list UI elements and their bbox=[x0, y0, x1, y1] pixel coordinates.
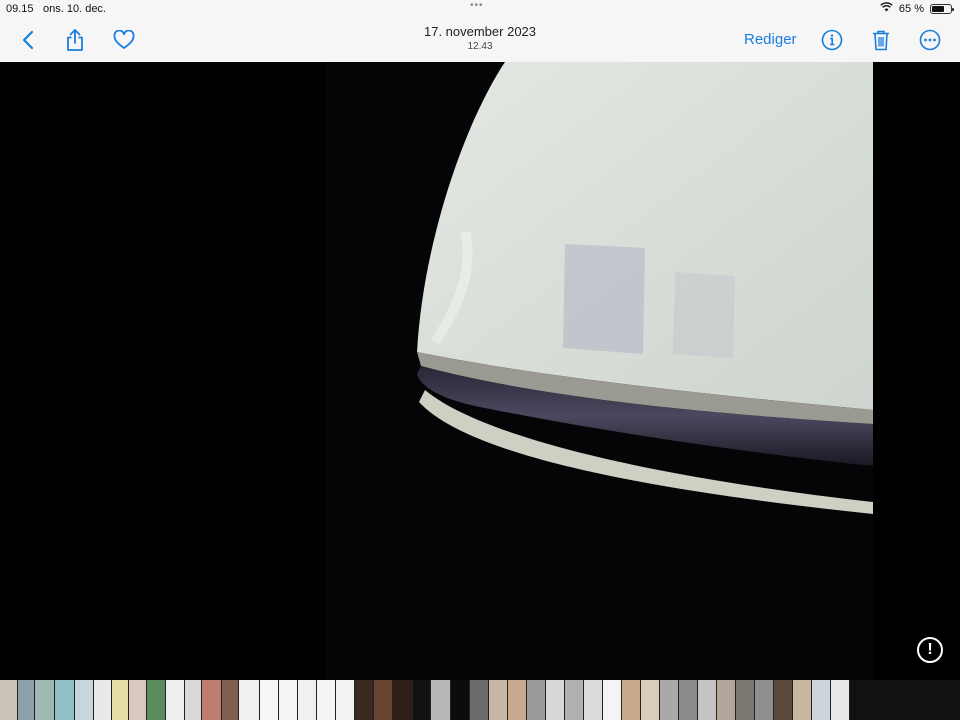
filmstrip-thumbnail[interactable] bbox=[298, 680, 317, 720]
filmstrip-thumbnail[interactable] bbox=[546, 680, 565, 720]
filmstrip-thumbnail[interactable] bbox=[812, 680, 831, 720]
share-button[interactable] bbox=[61, 26, 89, 54]
share-icon bbox=[67, 29, 83, 51]
filmstrip-thumbnail[interactable] bbox=[413, 680, 431, 720]
filmstrip-thumbnail[interactable] bbox=[279, 680, 298, 720]
filmstrip-thumbnail[interactable] bbox=[660, 680, 679, 720]
filmstrip-thumbnail[interactable] bbox=[112, 680, 129, 720]
heart-icon bbox=[113, 30, 135, 49]
battery-fill bbox=[932, 5, 944, 12]
photo-toolbar: 17. november 2023 12.43 Rediger bbox=[0, 18, 960, 63]
more-button[interactable] bbox=[916, 26, 944, 54]
filmstrip-thumbnail[interactable] bbox=[239, 680, 260, 720]
filmstrip-thumbnail[interactable] bbox=[793, 680, 812, 720]
photo-image bbox=[325, 62, 873, 680]
info-button[interactable] bbox=[818, 26, 846, 54]
filmstrip-thumbnail[interactable] bbox=[393, 680, 413, 720]
filmstrip-thumbnail[interactable] bbox=[831, 680, 850, 720]
status-bar: 09.15 ons. 10. dec. ••• 65 % bbox=[0, 0, 960, 18]
status-time: 09.15 bbox=[6, 3, 34, 15]
warning-icon[interactable]: ! bbox=[917, 637, 943, 663]
filmstrip-thumbnail[interactable] bbox=[622, 680, 641, 720]
filmstrip-thumbnail[interactable] bbox=[35, 680, 55, 720]
filmstrip-thumbnail[interactable] bbox=[0, 680, 18, 720]
filmstrip-thumbnail[interactable] bbox=[774, 680, 793, 720]
filmstrip-thumbnail[interactable] bbox=[603, 680, 622, 720]
filmstrip-thumbnail[interactable] bbox=[755, 680, 774, 720]
filmstrip-thumbnail[interactable] bbox=[18, 680, 35, 720]
filmstrip-thumbnail[interactable] bbox=[470, 680, 489, 720]
wifi-icon bbox=[880, 2, 893, 15]
photo-viewer[interactable] bbox=[0, 62, 960, 680]
filmstrip-thumbnail[interactable] bbox=[508, 680, 527, 720]
filmstrip-thumbnail[interactable] bbox=[75, 680, 94, 720]
filmstrip-thumbnail[interactable] bbox=[679, 680, 698, 720]
lamp-shade-photo bbox=[325, 62, 873, 680]
filmstrip-thumbnail[interactable] bbox=[147, 680, 166, 720]
filmstrip-thumbnail[interactable] bbox=[166, 680, 185, 720]
filmstrip-thumbnail[interactable] bbox=[527, 680, 546, 720]
back-button[interactable] bbox=[14, 26, 42, 54]
filmstrip-thumbnail[interactable] bbox=[129, 680, 147, 720]
photo-datetime: 17. november 2023 12.43 bbox=[380, 24, 580, 52]
photo-filmstrip[interactable] bbox=[0, 680, 960, 720]
filmstrip-thumbnail[interactable] bbox=[94, 680, 112, 720]
filmstrip-thumbnail[interactable] bbox=[374, 680, 393, 720]
filmstrip-thumbnail[interactable] bbox=[431, 680, 451, 720]
filmstrip-thumbnail[interactable] bbox=[565, 680, 584, 720]
favorite-button[interactable] bbox=[110, 26, 138, 54]
filmstrip-thumbnail[interactable] bbox=[355, 680, 374, 720]
filmstrip-thumbnail[interactable] bbox=[260, 680, 279, 720]
filmstrip-thumbnail[interactable] bbox=[222, 680, 239, 720]
filmstrip-thumbnail[interactable] bbox=[489, 680, 508, 720]
filmstrip-thumbnail[interactable] bbox=[584, 680, 603, 720]
filmstrip-thumbnail[interactable] bbox=[336, 680, 355, 720]
status-date: ons. 10. dec. bbox=[43, 3, 106, 15]
battery-icon bbox=[930, 3, 954, 14]
photo-time: 12.43 bbox=[467, 41, 493, 52]
back-chevron-icon bbox=[22, 30, 34, 50]
info-icon bbox=[821, 29, 843, 51]
filmstrip-thumbnail[interactable] bbox=[736, 680, 755, 720]
photo-date: 17. november 2023 bbox=[423, 24, 537, 39]
filmstrip-thumbnail[interactable] bbox=[698, 680, 717, 720]
filmstrip-thumbnail[interactable] bbox=[55, 680, 75, 720]
battery-percent: 65 % bbox=[898, 2, 924, 15]
more-icon bbox=[919, 29, 941, 51]
filmstrip-thumbnail[interactable] bbox=[451, 680, 470, 720]
multitasking-dots[interactable]: ••• bbox=[470, 0, 484, 11]
filmstrip-thumbnail[interactable] bbox=[717, 680, 736, 720]
filmstrip-thumbnail[interactable] bbox=[317, 680, 336, 720]
status-right: 65 % bbox=[880, 2, 954, 15]
filmstrip-thumbnail[interactable] bbox=[202, 680, 222, 720]
edit-button[interactable]: Rediger bbox=[744, 31, 797, 48]
trash-icon bbox=[873, 30, 889, 51]
filmstrip-thumbnail[interactable] bbox=[641, 680, 660, 720]
delete-button[interactable] bbox=[867, 26, 895, 54]
filmstrip-thumbnail[interactable] bbox=[185, 680, 202, 720]
